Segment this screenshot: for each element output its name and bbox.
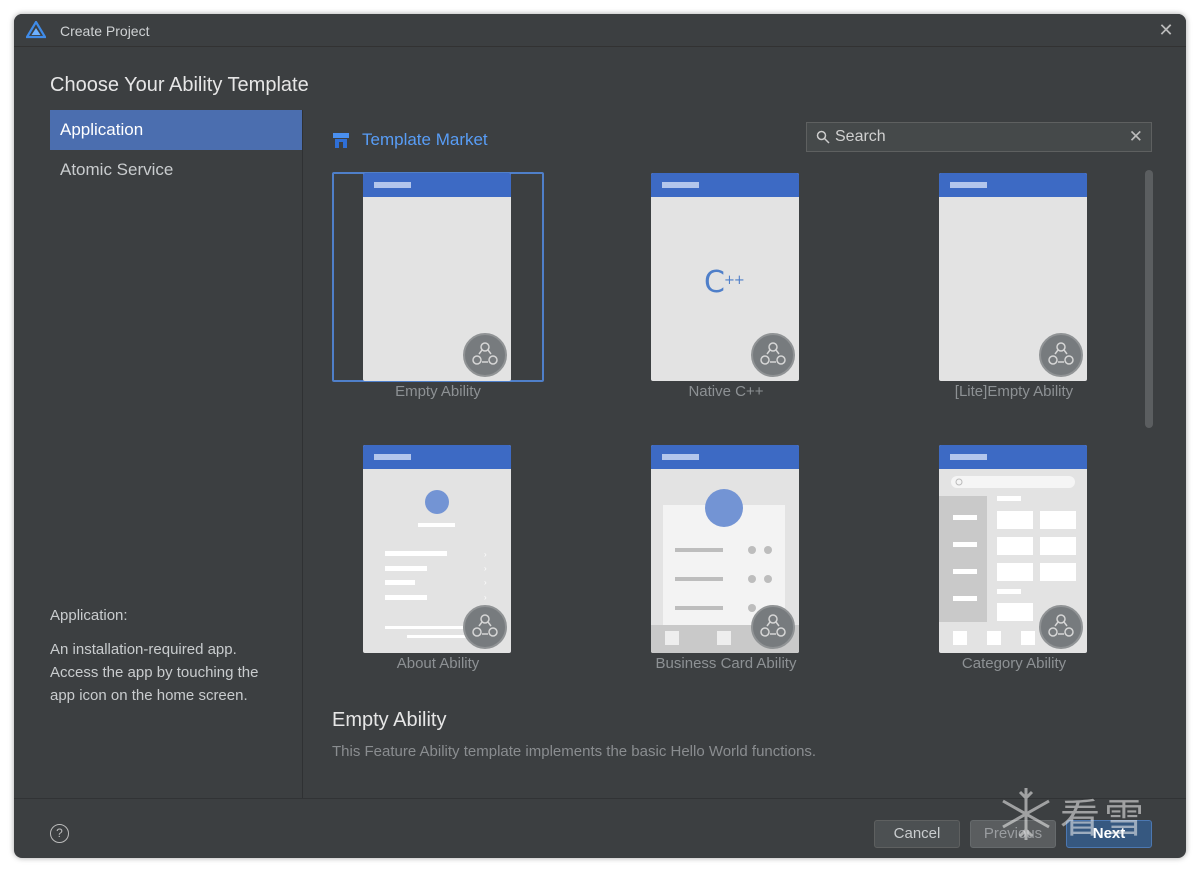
ability-badge-icon [1039, 605, 1083, 649]
template-preview [651, 445, 799, 653]
template-card-label: Category Ability [961, 655, 1067, 672]
cpp-glyph-icon: C++ [704, 265, 745, 300]
category-description: Application: An installation-required ap… [50, 604, 280, 707]
store-icon [333, 133, 349, 148]
template-market-link[interactable]: Template Market [332, 128, 488, 152]
svg-text:›: › [484, 564, 487, 573]
ability-badge-icon [463, 333, 507, 377]
template-card-about-ability[interactable]: › › › › About Ability [332, 444, 544, 674]
template-preview [939, 445, 1087, 653]
create-project-dialog: Create Project ✕ Choose Your Ability Tem… [14, 14, 1186, 858]
preview-title-bar [939, 173, 1087, 197]
template-preview [363, 173, 511, 381]
window-title: Create Project [60, 23, 150, 39]
template-card-label: [Lite]Empty Ability [954, 383, 1074, 400]
template-card-label: About Ability [396, 655, 480, 672]
template-card-lite-empty-ability[interactable]: [Lite]Empty Ability [908, 172, 1120, 402]
help-icon: ? [56, 826, 63, 840]
cancel-button[interactable]: Cancel [874, 820, 960, 848]
selected-template-title: Empty Ability [332, 709, 447, 731]
close-button[interactable]: ✕ [1156, 20, 1176, 40]
ability-badge-icon [1039, 333, 1083, 377]
template-card-empty-ability[interactable]: Empty Ability [332, 172, 544, 402]
watermark: 看雪 [996, 780, 1186, 850]
template-market-label: Template Market [362, 130, 488, 149]
preview-title-bar [363, 173, 511, 197]
template-card-label: Native C++ [688, 383, 764, 400]
help-button[interactable]: ? [50, 824, 69, 843]
template-card-label: Business Card Ability [655, 655, 797, 672]
template-card-native-cpp[interactable]: C++ Native C++ [620, 172, 832, 402]
ability-badge-icon [751, 605, 795, 649]
watermark-text: 看雪 [1060, 796, 1148, 842]
svg-text:›: › [484, 550, 487, 559]
close-icon: ✕ [1158, 20, 1174, 40]
svg-text:›: › [484, 593, 487, 602]
title-bar: Create Project ✕ [14, 14, 1186, 47]
template-list-scrollbar[interactable] [1145, 170, 1153, 428]
selected-template-description: This Feature Ability template implements… [332, 743, 817, 760]
sidebar-item-application[interactable]: Application [50, 110, 302, 150]
sidebar: Application Atomic Service Application: … [14, 110, 303, 798]
search-icon [816, 130, 830, 144]
template-card-label: Empty Ability [395, 383, 481, 400]
template-preview: C++ [651, 173, 799, 381]
ability-badge-icon [751, 333, 795, 377]
page-title: Choose Your Ability Template [50, 74, 309, 96]
template-card-business-card-ability[interactable]: Business Card Ability [620, 444, 832, 674]
ability-badge-icon [463, 605, 507, 649]
preview-title-bar [651, 173, 799, 197]
snowflake-icon [1002, 788, 1050, 840]
search-box[interactable]: ✕ [806, 122, 1152, 152]
template-preview: › › › › [363, 445, 511, 653]
deveco-logo-icon [26, 21, 46, 39]
template-card-category-ability[interactable]: Category Ability [908, 444, 1120, 674]
description-title: Application: [50, 607, 128, 624]
svg-text:›: › [484, 578, 487, 587]
template-preview [939, 173, 1087, 381]
sidebar-item-atomic-service[interactable]: Atomic Service [50, 150, 302, 190]
description-text: An installation-required app. Access the… [50, 641, 259, 704]
clear-search-icon[interactable]: ✕ [1129, 127, 1143, 147]
search-input[interactable] [835, 123, 1115, 151]
